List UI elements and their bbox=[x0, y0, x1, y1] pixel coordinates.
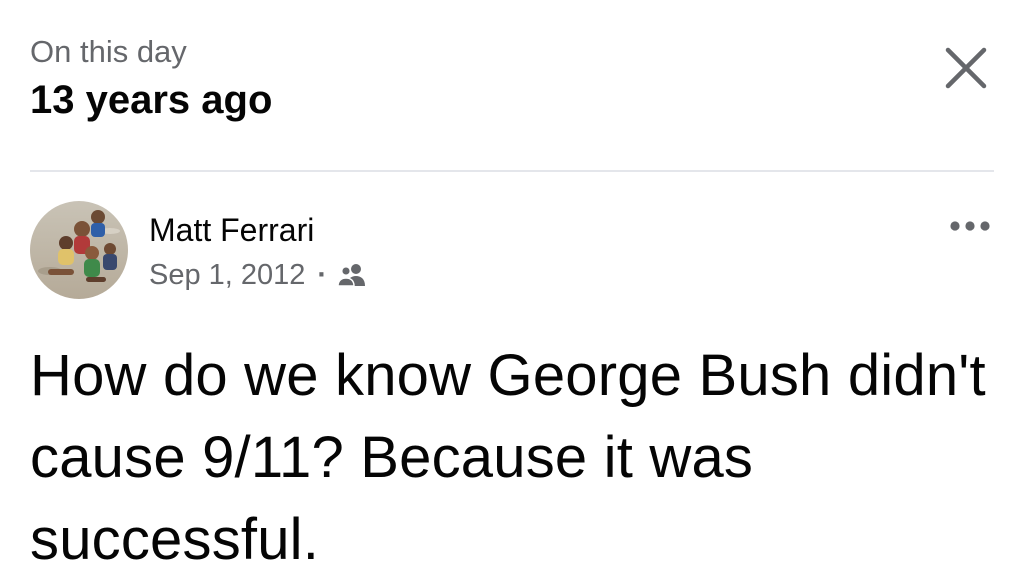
close-icon bbox=[945, 47, 987, 89]
more-options-button[interactable] bbox=[940, 206, 1000, 246]
memory-title: 13 years ago bbox=[30, 78, 273, 122]
more-options-icon bbox=[950, 221, 990, 231]
memory-eyebrow: On this day bbox=[30, 34, 187, 69]
avatar-photo bbox=[30, 201, 128, 299]
post-text: How do we know George Bush didn't cause … bbox=[30, 343, 986, 572]
post-date[interactable]: Sep 1, 2012 bbox=[149, 254, 305, 296]
close-button[interactable] bbox=[936, 38, 996, 98]
audience-button[interactable] bbox=[337, 262, 367, 288]
memory-header: On this day 13 years ago bbox=[30, 30, 272, 126]
meta-separator: · bbox=[317, 259, 328, 291]
post-meta: Sep 1, 2012 · bbox=[149, 254, 367, 296]
author-name[interactable]: Matt Ferrari bbox=[149, 208, 314, 252]
friends-icon bbox=[337, 264, 366, 287]
header-divider bbox=[30, 170, 994, 172]
avatar[interactable] bbox=[30, 201, 128, 299]
